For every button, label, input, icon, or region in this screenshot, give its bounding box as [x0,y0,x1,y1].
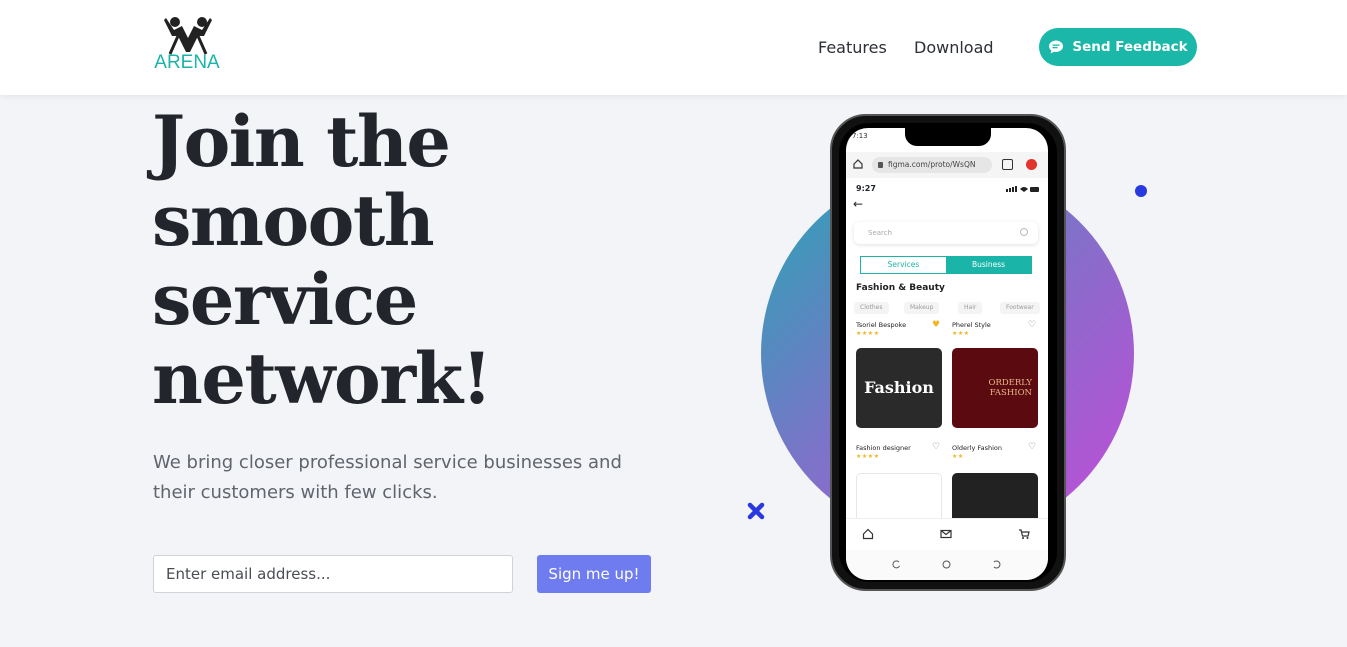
hero-title-line-3: service [152,258,418,341]
rating-stars: ★★★★ [856,330,880,337]
rating-stars: ★★★★ [856,453,880,460]
send-feedback-button[interactable]: Send Feedback [1039,28,1197,66]
segment-services: Services [861,257,946,273]
section-title: Fashion & Beauty [856,283,945,293]
hero-title-line-1: Join the [152,100,451,183]
business-card-image: Fashion [856,348,942,428]
system-back-icon [993,560,1001,569]
search-icon [1020,228,1028,236]
phone-mockup: 7:13 figma.com/proto/WsQN 9:27 ← Search [830,114,1066,591]
os-time: 7:13 [852,132,868,140]
hero-subtitle: We bring closer professional service bus… [153,448,673,508]
system-nav-bar [846,550,1048,580]
segment-business: Business [946,257,1031,273]
segment-control: Services Business [860,256,1032,274]
logo-wordmark: ARENA [154,52,220,73]
hero-title: Join the smooth service network! [152,102,672,418]
business-name: Tsoriel Bespoke [856,321,907,329]
system-home-icon [942,560,951,569]
heart-icon: ♡ [1028,320,1037,330]
url-text: figma.com/proto/WsQN [888,160,976,169]
heart-icon: ♡ [1028,442,1037,452]
lock-icon [878,162,883,168]
phone-screen: 7:13 figma.com/proto/WsQN 9:27 ← Search [846,128,1048,580]
business-card-image: ORDERLY FASHION [952,348,1038,428]
site-header: ARENA Features Download Send Feedback [0,0,1347,95]
browser-tabs-icon [1002,159,1013,170]
decorative-x-icon [747,502,765,520]
signal-battery-icon [1006,186,1039,192]
heart-icon: ♡ [932,442,941,452]
cart-icon [1019,529,1030,539]
hero-subtitle-line-1: We bring closer professional service bus… [153,452,622,473]
hero-subtitle-line-2: their customers with few clicks. [153,482,438,503]
record-icon [1026,159,1037,170]
url-bar: figma.com/proto/WsQN [872,157,992,173]
chip-clothes: Clothes [854,302,889,314]
rating-stars: ★★★ [952,330,970,337]
mail-icon [940,529,952,539]
chat-bubble-icon [1049,40,1064,54]
app-tab-bar [846,518,1048,550]
browser-home-icon [853,159,863,169]
email-field[interactable] [153,555,513,593]
rating-stars: ★★ [952,453,964,460]
arena-logo[interactable]: ARENA [152,16,222,76]
sign-up-button[interactable]: Sign me up! [537,555,651,593]
app-time: 9:27 [856,184,876,193]
hero-title-line-4: network! [152,337,492,420]
recent-apps-icon [892,560,900,569]
nav-features[interactable]: Features [818,38,887,57]
send-feedback-label: Send Feedback [1072,39,1188,55]
back-arrow-icon: ← [853,197,864,211]
business-name: Fashion designer [856,444,911,452]
logo-figures-icon [164,17,212,55]
business-name: Olderly Fashion [952,444,1002,452]
app-search-placeholder: Search [868,229,893,237]
app-search-input: Search [854,222,1038,244]
home-icon [862,528,874,540]
nav-download[interactable]: Download [914,38,994,57]
chip-hair: Hair [958,302,983,314]
chip-footwear: Footwear [1000,302,1040,314]
business-name: Pherel Style [952,321,991,329]
chip-makeup: Makeup [904,302,940,314]
decorative-dot [1135,185,1147,197]
category-chips: Clothes Makeup Hair Footwear [854,302,1048,316]
phone-notch [905,128,991,146]
browser-bar: figma.com/proto/WsQN [846,152,1048,178]
hero-title-line-2: smooth [152,179,435,262]
heart-icon: ♥ [932,320,941,330]
